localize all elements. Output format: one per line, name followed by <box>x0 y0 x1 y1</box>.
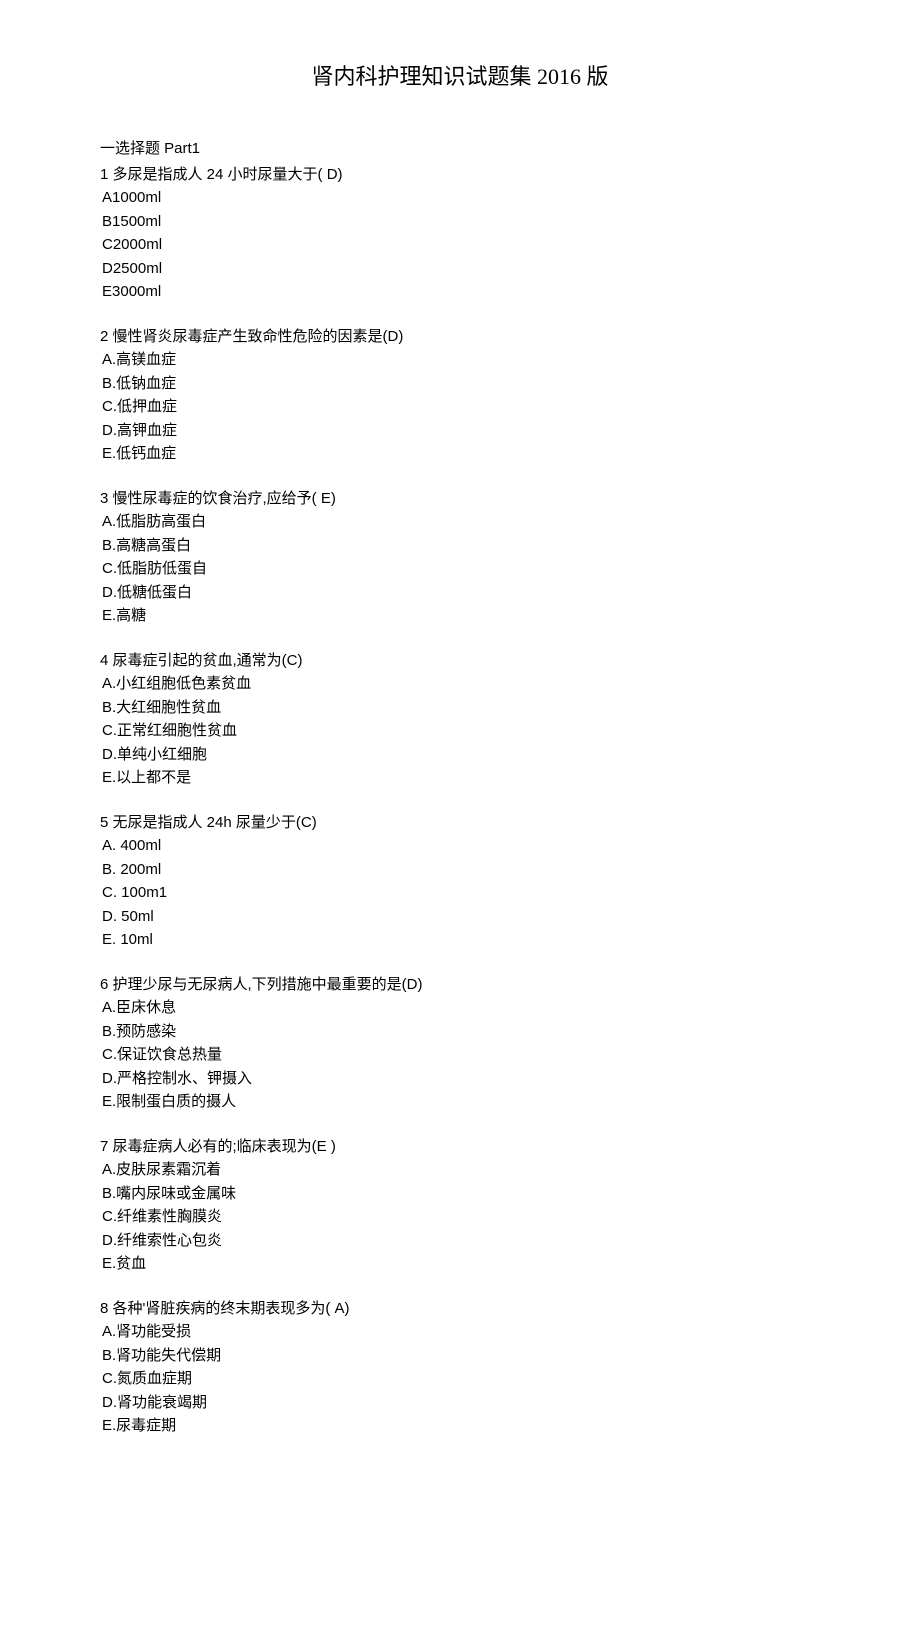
questions-container: 1 多尿是指成人 24 小时尿量大于( D)A1000mlB1500mlC200… <box>100 164 820 1438</box>
option: C.低脂肪低蛋自 <box>100 558 820 581</box>
option: E.高糖 <box>100 605 820 628</box>
option: D.纤维索性心包炎 <box>100 1230 820 1253</box>
option: E.低钙血症 <box>100 443 820 466</box>
question-block: 1 多尿是指成人 24 小时尿量大于( D)A1000mlB1500mlC200… <box>100 164 820 304</box>
option: B.预防感染 <box>100 1021 820 1044</box>
option: D2500ml <box>100 258 820 281</box>
option: E.以上都不是 <box>100 767 820 790</box>
option: D.低糖低蛋白 <box>100 582 820 605</box>
question-text: 7 尿毒症病人必有的;临床表现为(E ) <box>100 1136 820 1159</box>
option: A.臣床休息 <box>100 997 820 1020</box>
option: C.低押血症 <box>100 396 820 419</box>
option: A.小红组胞低色素贫血 <box>100 673 820 696</box>
option: E. 10ml <box>100 929 820 952</box>
question-text: 5 无尿是指成人 24h 尿量少于(C) <box>100 812 820 835</box>
option: D.肾功能衰竭期 <box>100 1392 820 1415</box>
option: B.低钠血症 <box>100 373 820 396</box>
option: C. 100m1 <box>100 882 820 905</box>
question-text: 3 慢性尿毒症的饮食治疗,应给予( E) <box>100 488 820 511</box>
option: A1000ml <box>100 187 820 210</box>
page-title: 肾内科护理知识试题集 2016 版 <box>100 60 820 93</box>
option: B. 200ml <box>100 859 820 882</box>
question-block: 5 无尿是指成人 24h 尿量少于(C)A. 400mlB. 200mlC. 1… <box>100 812 820 952</box>
question-text: 4 尿毒症引起的贫血,通常为(C) <box>100 650 820 673</box>
question-text: 1 多尿是指成人 24 小时尿量大于( D) <box>100 164 820 187</box>
option: B1500ml <box>100 211 820 234</box>
question-block: 8 各种'肾脏疾病的终末期表现多为( A)A.肾功能受损B.肾功能失代偿期C.氮… <box>100 1298 820 1438</box>
question-block: 4 尿毒症引起的贫血,通常为(C)A.小红组胞低色素贫血B.大红细胞性贫血C.正… <box>100 650 820 790</box>
option: A.肾功能受损 <box>100 1321 820 1344</box>
option: E.限制蛋白质的摄人 <box>100 1091 820 1114</box>
option: E.尿毒症期 <box>100 1415 820 1438</box>
option: A.低脂肪高蛋白 <box>100 511 820 534</box>
question-text: 8 各种'肾脏疾病的终末期表现多为( A) <box>100 1298 820 1321</box>
option: B.大红细胞性贫血 <box>100 697 820 720</box>
option: C.纤维素性胸膜炎 <box>100 1206 820 1229</box>
option: D. 50ml <box>100 906 820 929</box>
option: C.正常红细胞性贫血 <box>100 720 820 743</box>
question-block: 6 护理少尿与无尿病人,下列措施中最重要的是(D)A.臣床休息B.预防感染C.保… <box>100 974 820 1114</box>
question-block: 2 慢性肾炎尿毒症产生致命性危险的因素是(D)A.高镁血症B.低钠血症C.低押血… <box>100 326 820 466</box>
question-block: 3 慢性尿毒症的饮食治疗,应给予( E)A.低脂肪高蛋白B.高糖高蛋白C.低脂肪… <box>100 488 820 628</box>
option: C2000ml <box>100 234 820 257</box>
option: D.严格控制水、钾摄入 <box>100 1068 820 1091</box>
option: D.高钾血症 <box>100 420 820 443</box>
option: E3000ml <box>100 281 820 304</box>
option: A.高镁血症 <box>100 349 820 372</box>
question-block: 7 尿毒症病人必有的;临床表现为(E )A.皮肤尿素霜沉着B.嘴内尿味或金属味C… <box>100 1136 820 1276</box>
option: C.氮质血症期 <box>100 1368 820 1391</box>
question-text: 2 慢性肾炎尿毒症产生致命性危险的因素是(D) <box>100 326 820 349</box>
option: B.高糖高蛋白 <box>100 535 820 558</box>
option: E.贫血 <box>100 1253 820 1276</box>
option: D.单纯小红细胞 <box>100 744 820 767</box>
question-text: 6 护理少尿与无尿病人,下列措施中最重要的是(D) <box>100 974 820 997</box>
option: B.嘴内尿味或金属味 <box>100 1183 820 1206</box>
option: A.皮肤尿素霜沉着 <box>100 1159 820 1182</box>
section-header: 一选择题 Part1 <box>100 138 820 161</box>
option: C.保证饮食总热量 <box>100 1044 820 1067</box>
option: B.肾功能失代偿期 <box>100 1345 820 1368</box>
option: A. 400ml <box>100 835 820 858</box>
